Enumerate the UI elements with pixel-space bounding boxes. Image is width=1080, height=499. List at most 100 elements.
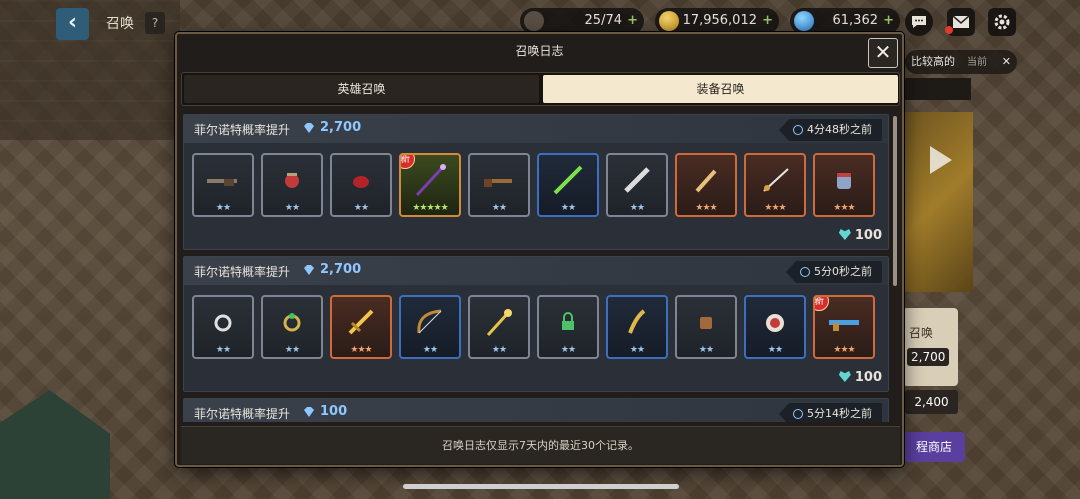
entry-timestamp: 4分48秒之前 — [779, 119, 882, 141]
item-stars: ★★ — [698, 345, 714, 355]
gem-icon — [304, 265, 314, 275]
item-slot[interactable]: ★★★ — [744, 153, 806, 217]
item-slot[interactable]: ★★ — [261, 295, 323, 359]
add-gold-button[interactable]: + — [762, 8, 773, 34]
gem-icon — [304, 123, 314, 133]
item-row: ★★ ★★ ★★★ ★★ ★★ ★★ ★★ ★★ ★★ 新 ★★★ — [192, 295, 882, 361]
item-slot[interactable]: ★★ — [675, 295, 737, 359]
gauntlet-icon — [837, 173, 851, 189]
help-button[interactable]: ? — [145, 12, 165, 34]
item-slot[interactable]: 新 ★★★ — [813, 295, 875, 359]
close-button[interactable]: ✕ — [868, 38, 898, 68]
item-slot[interactable]: ★★ — [468, 153, 530, 217]
sword-icon — [553, 165, 583, 195]
notification-dot — [945, 26, 953, 34]
page-title: 召唤 — [106, 16, 134, 32]
shield-icon — [766, 314, 784, 332]
tab-bar: 英雄召唤 装备召唤 — [181, 72, 900, 106]
musket-icon — [484, 179, 512, 187]
log-entry-header: 菲尔诺特概率提升 100 5分14秒之前 — [184, 399, 888, 422]
item-slot[interactable]: ★★★ — [675, 153, 737, 217]
summon-log-list[interactable]: 菲尔诺特概率提升 2,700 4分48秒之前 ★★ ★★ ★★ 新 ★★★★★ ★… — [183, 114, 895, 422]
item-stars: ★★★ — [695, 203, 717, 213]
item-stars: ★★ — [629, 203, 645, 213]
entry-timestamp: 5分0秒之前 — [786, 261, 882, 283]
item-stars: ★★ — [284, 203, 300, 213]
item-slot[interactable]: ★★ — [606, 295, 668, 359]
play-icon — [930, 146, 952, 174]
item-stars: ★★ — [767, 345, 783, 355]
item-slot[interactable]: ★★ — [537, 153, 599, 217]
gem-icon — [794, 11, 814, 31]
entry-cost: 2,700 — [320, 262, 362, 277]
close-icon: ✕ — [1001, 55, 1011, 68]
background-shop-button: 程商店 — [903, 432, 965, 462]
scrollbar[interactable] — [893, 116, 897, 286]
item-stars: ★★ — [215, 345, 231, 355]
item-stars: ★★ — [422, 345, 438, 355]
item-stars: ★★ — [629, 345, 645, 355]
log-entry-header: 菲尔诺特概率提升 2,700 4分48秒之前 — [184, 115, 888, 143]
item-stars: ★★ — [215, 203, 231, 213]
gem-icon — [304, 407, 314, 417]
item-slot[interactable]: ★★ — [399, 295, 461, 359]
item-slot[interactable]: 新 ★★★★★ — [399, 153, 461, 217]
log-entry: 菲尔诺特概率提升 2,700 4分48秒之前 ★★ ★★ ★★ 新 ★★★★★ ★… — [183, 114, 889, 250]
item-slot[interactable]: ★★ — [330, 153, 392, 217]
background-strip — [905, 78, 971, 100]
gun-icon — [829, 320, 859, 331]
scepter-icon — [486, 309, 512, 337]
item-stars: ★★ — [284, 345, 300, 355]
item-stars: ★★ — [491, 203, 507, 213]
item-slot[interactable]: ★★ — [744, 295, 806, 359]
blade-icon — [624, 167, 650, 193]
tab-hero-summon[interactable]: 英雄召唤 — [184, 75, 539, 103]
stamina-counter: 25/74 + — [520, 8, 644, 34]
chat-icon[interactable] — [905, 8, 933, 36]
back-button[interactable]: ‹ — [56, 8, 89, 40]
item-stars: ★★ — [353, 203, 369, 213]
add-gem-button[interactable]: + — [883, 8, 894, 34]
entry-title: 菲尔诺特概率提升 — [194, 407, 291, 421]
item-slot[interactable]: ★★ — [468, 295, 530, 359]
item-stars: ★★★ — [833, 203, 855, 213]
filter-pill-sub: 当前 — [967, 57, 987, 68]
bracer-icon — [700, 317, 712, 329]
sword-icon — [348, 309, 374, 335]
item-slot[interactable]: ★★ — [192, 153, 254, 217]
heart-icon — [838, 229, 851, 240]
item-stars: ★★★ — [833, 345, 855, 355]
background-price: 2,400 — [905, 390, 958, 414]
item-stars: ★★ — [491, 345, 507, 355]
item-stars: ★★ — [560, 203, 576, 213]
item-slot[interactable]: ★★★ — [813, 153, 875, 217]
add-stamina-button[interactable]: + — [627, 8, 638, 34]
item-row: ★★ ★★ ★★ 新 ★★★★★ ★★ ★★ ★★ ★★★ ★★★ ★★★ — [192, 153, 882, 219]
red-orb-icon — [285, 173, 299, 188]
ring-icon — [283, 313, 301, 332]
stamina-value: 25/74 — [584, 13, 622, 28]
filter-pill-label: 比较高的 — [911, 55, 955, 68]
item-slot[interactable]: ★★ — [606, 153, 668, 217]
background-card-label: 召唤 — [909, 326, 934, 340]
summon-log-dialog: 召唤日志 ✕ 英雄召唤 装备召唤 菲尔诺特概率提升 2,700 4分48秒之前 … — [175, 32, 904, 467]
item-slot[interactable]: ★★★ — [330, 295, 392, 359]
gold-counter: 17,956,012 + — [655, 8, 779, 34]
log-entry-header: 菲尔诺特概率提升 2,700 5分0秒之前 — [184, 257, 888, 285]
tab-equipment-summon[interactable]: 装备召唤 — [543, 75, 898, 103]
item-slot[interactable]: ★★ — [537, 295, 599, 359]
log-notice: 召唤日志仅显示7天内的最近30个记录。 — [181, 426, 900, 464]
item-slot[interactable]: ★★ — [192, 295, 254, 359]
home-indicator[interactable] — [403, 484, 679, 489]
red-gem-icon — [353, 176, 369, 188]
background-summon-card: 召唤 2,700 — [903, 308, 958, 386]
gear-icon[interactable] — [988, 8, 1016, 36]
log-entry: 菲尔诺特概率提升 2,700 5分0秒之前 ★★ ★★ ★★★ ★★ ★★ ★★… — [183, 256, 889, 392]
clock-icon — [800, 267, 810, 277]
filter-pill: 比较高的 当前 ✕ — [905, 50, 1017, 74]
item-slot[interactable]: ★★ — [261, 153, 323, 217]
gold-value: 17,956,012 — [682, 13, 757, 28]
feather-icon — [628, 309, 646, 334]
gem-value: 61,362 — [832, 13, 879, 28]
entry-title: 菲尔诺特概率提升 — [194, 265, 291, 279]
